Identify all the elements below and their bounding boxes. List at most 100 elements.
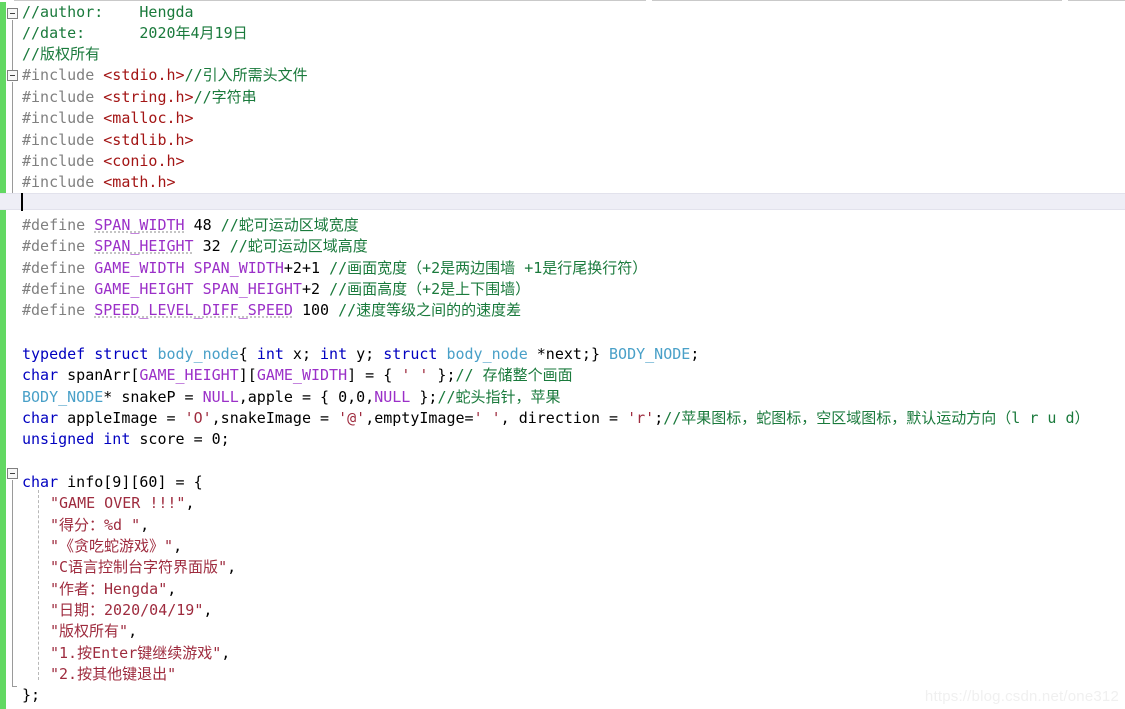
code-line[interactable]: "得分：%d ", xyxy=(50,515,149,536)
code-line[interactable]: "2.按其他键退出" xyxy=(50,664,176,685)
code-token-str: "GAME OVER !!!" xyxy=(50,494,186,512)
code-token-kw: int xyxy=(256,345,284,363)
code-line[interactable]: #include <malloc.h> xyxy=(22,108,194,129)
code-token-kw: struct xyxy=(94,345,149,363)
code-token-plain: info[9][60] = { xyxy=(58,473,203,491)
code-token-hdr: <malloc.h> xyxy=(103,109,194,127)
code-line[interactable]: #include <stdio.h>//引入所需头文件 xyxy=(22,65,308,86)
code-line[interactable]: #define GAME_WIDTH SPAN_WIDTH+2+1 //画面宽度… xyxy=(22,258,647,279)
code-line[interactable]: "C语言控制台字符界面版", xyxy=(50,557,236,578)
fold-guide-line xyxy=(12,480,13,686)
code-line[interactable]: }; xyxy=(22,685,40,706)
code-token-plain: , xyxy=(173,537,183,555)
code-token-plain: , direction = xyxy=(500,409,628,427)
code-line[interactable]: BODY_NODE* snakeP = NULL,apple = { 0,0,N… xyxy=(22,387,561,408)
code-token-kw: typedef xyxy=(22,345,86,363)
code-token-cmt: //版权所有 xyxy=(22,45,101,63)
code-line[interactable]: typedef struct body_node{ int x; int y; … xyxy=(22,344,699,365)
code-line[interactable]: //版权所有 xyxy=(22,44,100,65)
code-line[interactable]: #include <math.h> xyxy=(22,172,176,193)
code-token-kw: char xyxy=(22,409,59,427)
code-line[interactable]: char info[9][60] = { xyxy=(22,472,203,493)
code-line[interactable]: //date: 2020年4月19日 xyxy=(22,23,248,44)
code-token-plain: ,apple = { 0,0, xyxy=(238,388,375,406)
code-line[interactable]: char appleImage = 'O',snakeImage = '@',e… xyxy=(22,408,1090,429)
code-token-plain: * snakeP = xyxy=(103,388,203,406)
code-line[interactable]: char spanArr[GAME_HEIGHT][GAME_WIDTH] = … xyxy=(22,365,573,386)
code-token-macro: SPAN_HEIGHT xyxy=(94,237,194,255)
code-line[interactable]: "GAME OVER !!!", xyxy=(50,493,195,514)
code-token-macro: SPAN_WIDTH xyxy=(94,216,185,234)
code-token-plain: ] = { xyxy=(347,366,402,384)
code-token-plain: *next;} xyxy=(527,345,610,363)
code-token-cmt: //速度等级之间的的速度差 xyxy=(338,301,522,319)
code-line[interactable]: #define SPAN_WIDTH 48 //蛇可运动区域宽度 xyxy=(22,215,359,236)
code-token-type: BODY_NODE xyxy=(22,388,104,406)
code-token-plain: y; xyxy=(347,345,384,363)
code-token-kw: struct xyxy=(383,345,438,363)
code-line[interactable]: "版权所有", xyxy=(50,621,137,642)
fold-toggle-0[interactable] xyxy=(7,8,18,19)
code-token-plain: { xyxy=(238,345,257,363)
fold-toggle-1[interactable] xyxy=(7,70,18,81)
code-token-plain: , xyxy=(203,601,213,619)
code-token-mconst: GAME_WIDTH xyxy=(256,366,348,384)
code-token-plain: ][ xyxy=(238,366,257,384)
code-token-str: ' ' xyxy=(401,366,429,384)
code-line[interactable]: unsigned int score = 0; xyxy=(22,429,230,450)
code-token-cmt: //date: 2020年4月19日 xyxy=(22,24,248,42)
code-line[interactable]: "作者：Hengda", xyxy=(50,579,176,600)
code-token-mconst: GAME_WIDTH xyxy=(94,259,185,277)
code-token-plain: , xyxy=(221,644,231,662)
code-token-pp: #define xyxy=(22,259,95,277)
code-token-num: 100 xyxy=(301,301,330,319)
fold-guide-foot xyxy=(12,686,17,687)
code-token-mconst: NULL xyxy=(374,388,411,406)
code-token-cmt: //蛇可运动区域宽度 xyxy=(220,216,359,234)
code-token-str: ' ' xyxy=(473,409,501,427)
code-line[interactable]: #include <conio.h> xyxy=(22,151,185,172)
code-token-pp: #include xyxy=(22,109,104,127)
code-token-plain: ; xyxy=(690,345,700,363)
code-line[interactable]: "日期：2020/04/19", xyxy=(50,600,212,621)
code-token-pp: #include xyxy=(22,66,104,84)
code-line[interactable]: #define SPAN_HEIGHT 32 //蛇可运动区域高度 xyxy=(22,236,368,257)
code-token-pp: #define xyxy=(22,237,95,255)
code-token-hdr: <conio.h> xyxy=(103,152,185,170)
code-line[interactable]: #define SPEED_LEVEL_DIFF_SPEED 100 //速度等… xyxy=(22,300,521,321)
code-token-plain: +2+1 xyxy=(283,259,330,277)
code-token-plain: appleImage = xyxy=(58,409,185,427)
code-token-plain: score = 0; xyxy=(130,430,230,448)
code-editor-text-area[interactable]: //author: Hengda //date: 2020年4月19日 //版权所有… xyxy=(22,0,1125,709)
code-token-plain: x; xyxy=(283,345,321,363)
code-token-pp: #include xyxy=(22,152,104,170)
code-line[interactable] xyxy=(22,322,31,343)
fold-guide-line xyxy=(12,20,13,70)
code-token-str: "C语言控制台字符界面版" xyxy=(50,558,228,576)
code-line[interactable]: #include <stdlib.h> xyxy=(22,130,194,151)
code-token-pp: #define xyxy=(22,280,95,298)
code-token-macro: SPEED_LEVEL_DIFF_SPEED xyxy=(94,301,293,319)
code-token-str: "2.按其他键退出" xyxy=(50,665,177,683)
code-line[interactable]: "《贪吃蛇游戏》", xyxy=(50,536,182,557)
code-line[interactable]: #include <string.h>//字符串 xyxy=(22,87,257,108)
code-token-mconst: GAME_HEIGHT xyxy=(139,366,239,384)
code-token-kw: char xyxy=(22,473,59,491)
code-token-kw: unsigned xyxy=(22,430,95,448)
code-line[interactable]: //author: Hengda xyxy=(22,2,194,23)
code-token-str: "版权所有" xyxy=(50,622,129,640)
code-line[interactable] xyxy=(22,451,31,472)
fold-toggle-2[interactable] xyxy=(7,468,18,479)
code-token-plain: }; xyxy=(22,686,41,704)
code-token-plain: , xyxy=(140,516,150,534)
code-line[interactable]: "1.按Enter键继续游戏", xyxy=(50,643,230,664)
code-folding-gutter[interactable] xyxy=(6,0,22,709)
code-token-cmt: // 存储整个画面 xyxy=(455,366,573,384)
code-token-num: 48 xyxy=(193,216,212,234)
code-line[interactable]: #define GAME_HEIGHT SPAN_HEIGHT+2 //画面高度… xyxy=(22,279,530,300)
